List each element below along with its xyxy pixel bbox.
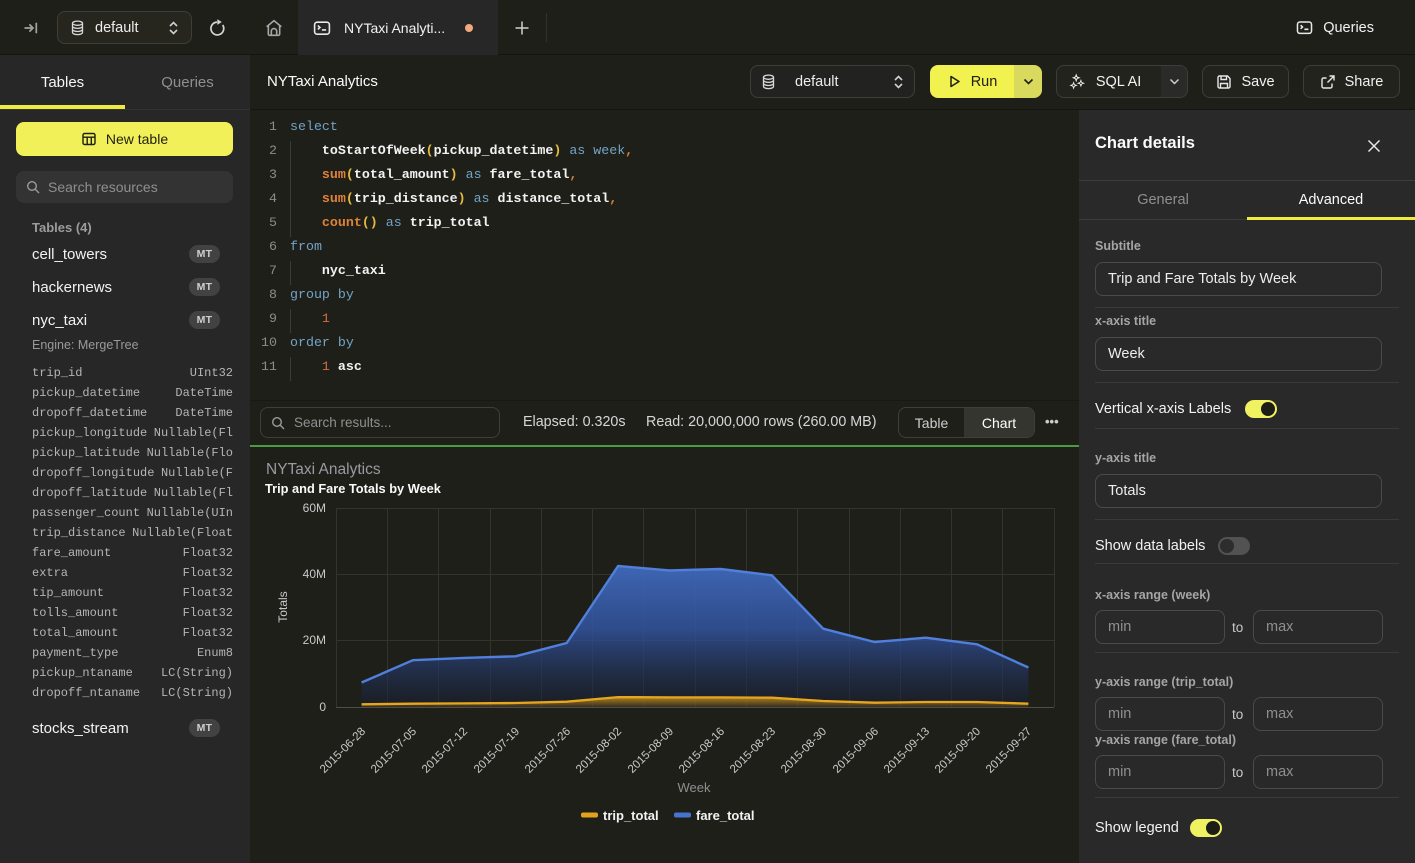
- svg-text:2015-09-20: 2015-09-20: [933, 726, 983, 776]
- svg-text:2015-09-27: 2015-09-27: [984, 726, 1034, 776]
- svg-text:2015-08-30: 2015-08-30: [779, 726, 829, 776]
- svg-text:2015-08-09: 2015-08-09: [626, 726, 676, 776]
- svg-text:2015-07-26: 2015-07-26: [523, 726, 573, 776]
- svg-text:0: 0: [319, 700, 326, 714]
- svg-text:2015-08-23: 2015-08-23: [728, 726, 778, 776]
- svg-text:Trip and Fare Totals by Week: Trip and Fare Totals by Week: [265, 481, 442, 496]
- svg-text:2015-09-06: 2015-09-06: [831, 726, 881, 776]
- svg-text:2015-07-19: 2015-07-19: [472, 726, 522, 776]
- svg-text:trip_total: trip_total: [603, 808, 659, 823]
- svg-text:2015-09-13: 2015-09-13: [882, 726, 932, 776]
- svg-text:2015-07-12: 2015-07-12: [420, 726, 470, 776]
- svg-text:2015-08-02: 2015-08-02: [574, 726, 624, 776]
- svg-text:60M: 60M: [303, 501, 326, 515]
- svg-text:20M: 20M: [303, 633, 326, 647]
- svg-text:NYTaxi Analytics: NYTaxi Analytics: [266, 461, 381, 478]
- svg-text:fare_total: fare_total: [696, 808, 755, 823]
- svg-text:40M: 40M: [303, 567, 326, 581]
- svg-text:Week: Week: [678, 780, 711, 795]
- svg-text:2015-08-16: 2015-08-16: [677, 726, 727, 776]
- svg-text:2015-06-28: 2015-06-28: [318, 726, 368, 776]
- svg-text:Totals: Totals: [276, 591, 290, 622]
- svg-text:2015-07-05: 2015-07-05: [369, 726, 419, 776]
